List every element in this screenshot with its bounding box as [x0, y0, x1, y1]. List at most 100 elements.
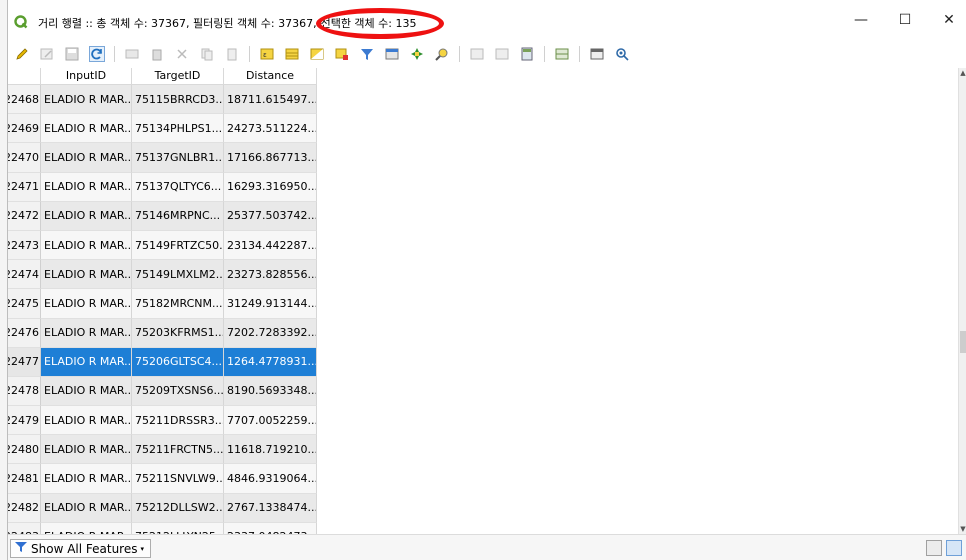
table-row[interactable]: 22470ELADIO R MAR...75137GNLBR1...17166.… — [8, 143, 317, 173]
new-field-icon[interactable] — [469, 46, 485, 62]
paste-icon[interactable] — [224, 46, 240, 62]
cell-targetid[interactable]: 75203KFRMS1... — [132, 318, 224, 348]
cell-inputid[interactable]: ELADIO R MAR... — [41, 230, 132, 261]
minimize-button[interactable]: — — [846, 8, 876, 32]
row-number[interactable]: 22472 — [8, 201, 41, 231]
select-all-icon[interactable] — [284, 46, 300, 62]
cell-inputid[interactable]: ELADIO R MAR... — [41, 260, 132, 290]
cell-targetid[interactable]: 75149FRTZC50... — [132, 230, 224, 261]
cell-targetid[interactable]: 75182MRCNM... — [132, 289, 224, 319]
cell-distance[interactable]: 11618.719210... — [224, 435, 317, 465]
cut-icon[interactable] — [174, 46, 190, 62]
cell-inputid[interactable]: ELADIO R MAR... — [41, 143, 132, 173]
cell-distance[interactable]: 7202.7283392... — [224, 318, 317, 348]
scroll-down-arrow-icon[interactable]: ▼ — [959, 524, 966, 534]
cell-targetid[interactable]: 75134PHLPS1... — [132, 114, 224, 144]
table-row[interactable]: 22478ELADIO R MAR...75209TXSNS6...8190.5… — [8, 376, 317, 407]
cell-inputid[interactable]: ELADIO R MAR... — [41, 522, 132, 534]
cell-inputid[interactable]: ELADIO R MAR... — [41, 376, 132, 407]
filter-selected-icon[interactable] — [359, 46, 375, 62]
maximize-button[interactable]: ☐ — [890, 8, 920, 32]
cell-distance[interactable]: 8190.5693348... — [224, 376, 317, 407]
row-number[interactable]: 22471 — [8, 172, 41, 202]
cell-distance[interactable]: 23273.828556... — [224, 260, 317, 290]
cell-inputid[interactable]: ELADIO R MAR... — [41, 85, 132, 115]
cell-targetid[interactable]: 75211DRSSR3... — [132, 406, 224, 436]
show-all-features-button[interactable]: Show All Features ▾ — [10, 539, 151, 558]
cell-inputid[interactable]: ELADIO R MAR... — [41, 493, 132, 523]
cell-inputid[interactable]: ELADIO R MAR... — [41, 114, 132, 144]
cell-inputid[interactable]: ELADIO R MAR... — [41, 289, 132, 319]
table-row[interactable]: 22483ELADIO R MAR...75212LLLYN25...2337.… — [8, 522, 317, 534]
cell-inputid[interactable]: ELADIO R MAR... — [41, 406, 132, 436]
table-row[interactable]: 22468ELADIO R MAR...75115BRRCD3...18711.… — [8, 85, 317, 115]
row-number[interactable]: 22480 — [8, 435, 41, 465]
cell-distance[interactable]: 4846.9319064... — [224, 464, 317, 494]
cell-distance[interactable]: 31249.913144... — [224, 289, 317, 319]
delete-field-icon[interactable] — [494, 46, 510, 62]
save-icon[interactable] — [64, 46, 80, 62]
conditional-formatting-icon[interactable] — [554, 46, 570, 62]
scroll-up-arrow-icon[interactable]: ▲ — [959, 68, 966, 78]
row-number[interactable]: 22475 — [8, 289, 41, 319]
table-row[interactable]: 22473ELADIO R MAR...75149FRTZC50...23134… — [8, 230, 317, 261]
form-view-button[interactable] — [926, 540, 942, 556]
cell-distance[interactable]: 23134.442287... — [224, 230, 317, 261]
table-view-button[interactable] — [946, 540, 962, 556]
cell-targetid[interactable]: 75146MRPNC... — [132, 201, 224, 231]
reload-icon[interactable] — [89, 46, 105, 62]
cell-targetid[interactable]: 75211FRCTN5... — [132, 435, 224, 465]
row-number[interactable]: 22469 — [8, 114, 41, 144]
cell-distance[interactable]: 2337.0482473... — [224, 522, 317, 534]
cell-targetid[interactable]: 75209TXSNS6... — [132, 376, 224, 407]
cell-targetid[interactable]: 75206GLTSC4... — [132, 347, 224, 377]
table-row[interactable]: 22480ELADIO R MAR...75211FRCTN5...11618.… — [8, 435, 317, 465]
add-feature-icon[interactable] — [124, 46, 140, 62]
table-row[interactable]: 22475ELADIO R MAR...75182MRCNM...31249.9… — [8, 289, 317, 319]
cell-distance[interactable]: 16293.316950... — [224, 172, 317, 202]
cell-inputid[interactable]: ELADIO R MAR... — [41, 347, 132, 377]
row-number[interactable]: 22470 — [8, 143, 41, 173]
scrollbar-thumb[interactable] — [960, 331, 966, 353]
cell-distance[interactable]: 17166.867713... — [224, 143, 317, 173]
table-row[interactable]: 22481ELADIO R MAR...75211SNVLW9...4846.9… — [8, 464, 317, 494]
row-number[interactable]: 22479 — [8, 406, 41, 436]
cell-targetid[interactable]: 75211SNVLW9... — [132, 464, 224, 494]
deselect-icon[interactable] — [334, 46, 350, 62]
cell-targetid[interactable]: 75137QLTYC6... — [132, 172, 224, 202]
row-number[interactable]: 22473 — [8, 230, 41, 261]
move-selection-top-icon[interactable] — [384, 46, 400, 62]
edit-table-icon[interactable] — [39, 46, 55, 62]
row-number[interactable]: 22477 — [8, 347, 41, 377]
cell-targetid[interactable]: 75115BRRCD3... — [132, 85, 224, 115]
cell-targetid[interactable]: 75212DLLSW2... — [132, 493, 224, 523]
cell-distance[interactable]: 25377.503742... — [224, 201, 317, 231]
corner-cell[interactable] — [8, 68, 41, 85]
column-header-inputid[interactable]: InputID — [41, 68, 132, 85]
cell-inputid[interactable]: ELADIO R MAR... — [41, 435, 132, 465]
row-number[interactable]: 22476 — [8, 318, 41, 348]
cell-inputid[interactable]: ELADIO R MAR... — [41, 464, 132, 494]
column-header-distance[interactable]: Distance — [224, 68, 317, 85]
cell-distance[interactable]: 2767.1338474... — [224, 493, 317, 523]
cell-targetid[interactable]: 75212LLLYN25... — [132, 522, 224, 534]
cell-targetid[interactable]: 75137GNLBR1... — [132, 143, 224, 173]
dock-icon[interactable] — [589, 46, 605, 62]
zoom-to-selection-icon[interactable] — [434, 46, 450, 62]
pan-to-selection-icon[interactable] — [409, 46, 425, 62]
table-row[interactable]: 22479ELADIO R MAR...75211DRSSR3...7707.0… — [8, 406, 317, 436]
actions-icon[interactable] — [614, 46, 630, 62]
table-row[interactable]: 22471ELADIO R MAR...75137QLTYC6...16293.… — [8, 172, 317, 202]
cell-targetid[interactable]: 75149LMXLM2... — [132, 260, 224, 290]
row-number[interactable]: 22468 — [8, 85, 41, 115]
column-header-targetid[interactable]: TargetID — [132, 68, 224, 85]
cell-inputid[interactable]: ELADIO R MAR... — [41, 201, 132, 231]
cell-inputid[interactable]: ELADIO R MAR... — [41, 172, 132, 202]
cell-distance[interactable]: 18711.615497... — [224, 85, 317, 115]
invert-selection-icon[interactable] — [309, 46, 325, 62]
cell-distance[interactable]: 7707.0052259... — [224, 406, 317, 436]
vertical-scrollbar[interactable]: ▲ ▼ — [958, 68, 966, 534]
row-number[interactable]: 22483 — [8, 522, 41, 534]
expression-select-icon[interactable]: ε — [259, 46, 275, 62]
cell-distance[interactable]: 24273.511224... — [224, 114, 317, 144]
